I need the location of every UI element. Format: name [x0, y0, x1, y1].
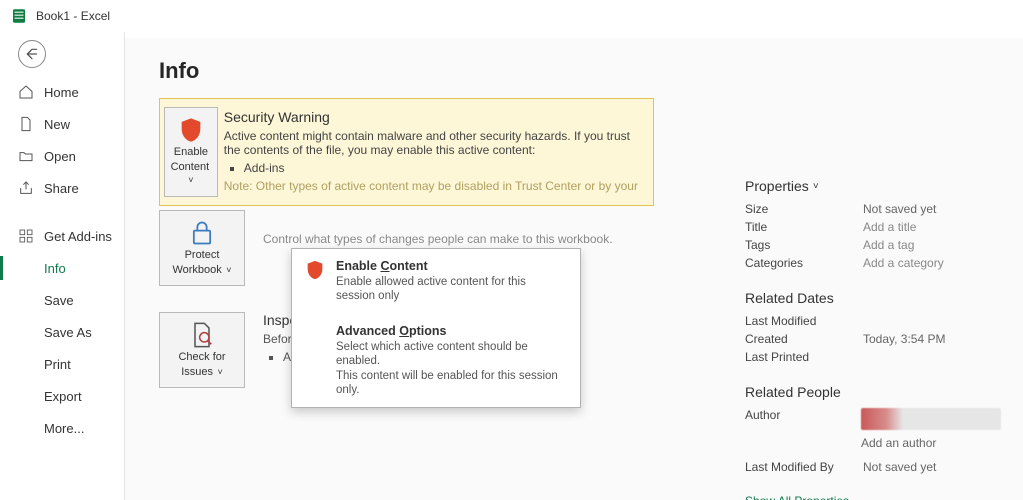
app-title: Book1 - Excel	[36, 9, 110, 23]
nav-new-label: New	[44, 117, 70, 132]
main-panel: Info Enable Content ˅ Security Warning A…	[125, 38, 1023, 500]
prop-last-modified-by: Not saved yet	[863, 460, 936, 474]
prop-title[interactable]: Add a title	[863, 220, 916, 234]
show-all-properties-link[interactable]: Show All Properties	[745, 494, 1005, 500]
nav-addins[interactable]: Get Add-ins	[0, 220, 124, 252]
chevron-down-icon: ˅	[215, 367, 223, 377]
properties-heading[interactable]: Properties˅	[745, 178, 1005, 194]
nav-home[interactable]: Home	[0, 76, 124, 108]
nav-saveas-label: Save As	[44, 325, 92, 340]
nav-share[interactable]: Share	[0, 172, 124, 204]
menu-advanced-options[interactable]: Advanced Options Select which active con…	[292, 314, 580, 408]
add-author[interactable]: Add an author	[861, 436, 1005, 450]
nav-home-label: Home	[44, 85, 79, 100]
nav-export[interactable]: Export	[0, 380, 124, 412]
warning-text-2: Note: Other types of active content may …	[224, 179, 639, 193]
nav-save-label: Save	[44, 293, 74, 308]
chevron-down-icon: ˅	[224, 265, 232, 275]
nav-saveas[interactable]: Save As	[0, 316, 124, 348]
page-title: Info	[159, 58, 1023, 84]
prop-tags[interactable]: Add a tag	[863, 238, 914, 252]
nav-save[interactable]: Save	[0, 284, 124, 316]
share-icon	[18, 180, 34, 196]
nav-open[interactable]: Open	[0, 140, 124, 172]
backstage-nav: Home New Open Share Get Add-ins Info Sav…	[0, 32, 125, 500]
protect-icon	[188, 219, 216, 247]
title-bar: Book1 - Excel	[0, 0, 1023, 32]
back-button[interactable]	[18, 40, 46, 68]
chevron-down-icon: ˅	[813, 181, 819, 192]
protect-workbook-button[interactable]: Protect Workbook ˅	[159, 210, 245, 286]
nav-print[interactable]: Print	[0, 348, 124, 380]
enable-content-menu: Enable Content Enable allowed active con…	[291, 248, 581, 408]
menu-enable-content[interactable]: Enable Content Enable allowed active con…	[292, 249, 580, 314]
prop-created: Today, 3:54 PM	[863, 332, 946, 346]
nav-share-label: Share	[44, 181, 79, 196]
inspect-icon	[188, 321, 216, 349]
related-people-heading: Related People	[745, 384, 1005, 400]
protect-description: Control what types of changes people can…	[263, 210, 613, 246]
warning-bullet: Add-ins	[244, 161, 639, 175]
nav-more-label: More...	[44, 421, 84, 436]
nav-open-label: Open	[44, 149, 76, 164]
warning-heading: Security Warning	[224, 109, 639, 125]
warning-text-1: Active content might contain malware and…	[224, 129, 639, 157]
prop-categories[interactable]: Add a category	[863, 256, 944, 270]
nav-info-label: Info	[44, 261, 66, 276]
excel-icon	[10, 7, 28, 25]
nav-more[interactable]: More...	[0, 412, 124, 444]
prop-size: Not saved yet	[863, 202, 936, 216]
new-icon	[18, 116, 34, 132]
nav-info[interactable]: Info	[0, 252, 124, 284]
addins-icon	[18, 228, 34, 244]
home-icon	[18, 84, 34, 100]
nav-new[interactable]: New	[0, 108, 124, 140]
enable-content-button[interactable]: Enable Content ˅	[164, 107, 218, 197]
open-icon	[18, 148, 34, 164]
security-warning-panel: Enable Content ˅ Security Warning Active…	[159, 98, 654, 206]
nav-addins-label: Get Add-ins	[44, 229, 112, 244]
shield-icon	[304, 259, 326, 281]
related-dates-heading: Related Dates	[745, 290, 1005, 306]
chevron-down-icon: ˅	[188, 175, 193, 185]
author-name-redacted	[861, 408, 1001, 430]
nav-print-label: Print	[44, 357, 71, 372]
nav-export-label: Export	[44, 389, 82, 404]
shield-icon	[177, 116, 205, 144]
check-for-issues-button[interactable]: Check for Issues ˅	[159, 312, 245, 388]
properties-panel: Properties˅ SizeNot saved yet TitleAdd a…	[745, 176, 1005, 500]
